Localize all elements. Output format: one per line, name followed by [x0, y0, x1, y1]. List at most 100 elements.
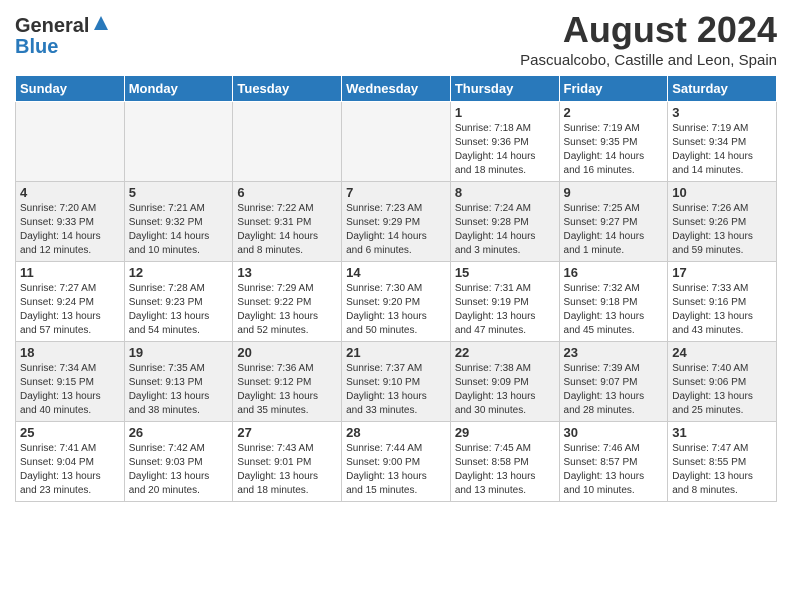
day-number: 7: [346, 185, 446, 200]
day-number: 2: [564, 105, 664, 120]
day-number: 22: [455, 345, 555, 360]
title-area: August 2024 Pascualcobo, Castille and Le…: [520, 10, 777, 69]
day-number: 18: [20, 345, 120, 360]
table-row: 31 Sunrise: 7:47 AM Sunset: 8:55 PM Dayli…: [668, 421, 777, 501]
table-row: [342, 101, 451, 181]
table-row: 19 Sunrise: 7:35 AM Sunset: 9:13 PM Dayli…: [124, 341, 233, 421]
table-row: 24Sunrise: 7:40 AM Sunset: 9:06 PM Dayli…: [668, 341, 777, 421]
day-number: 6: [237, 185, 337, 200]
table-row: 10 Sunrise: 7:26 AM Sunset: 9:26 PM Dayli…: [668, 181, 777, 261]
table-row: 17Sunrise: 7:33 AM Sunset: 9:16 PM Dayli…: [668, 261, 777, 341]
day-number: 10: [672, 185, 772, 200]
day-info: Sunrise: 7:19 AM Sunset: 9:34 PM Dayligh…: [672, 122, 772, 178]
table-row: 30 Sunrise: 7:46 AM Sunset: 8:57 PM Dayli…: [559, 421, 668, 501]
table-row: 2 Sunrise: 7:19 AM Sunset: 9:35 PM Daylig…: [559, 101, 668, 181]
day-info: Sunrise: 7:41 AM Sunset: 9:04 PM Dayligh…: [20, 442, 120, 498]
table-row: 21 Sunrise: 7:37 AM Sunset: 9:10 PM Dayli…: [342, 341, 451, 421]
header-thursday: Thursday: [450, 75, 559, 101]
table-row: 20 Sunrise: 7:36 AM Sunset: 9:12 PM Dayli…: [233, 341, 342, 421]
table-row: 25 Sunrise: 7:41 AM Sunset: 9:04 PM Dayli…: [16, 421, 125, 501]
day-info: Sunrise: 7:47 AM Sunset: 8:55 PM Dayligh…: [672, 442, 772, 498]
table-row: 3Sunrise: 7:19 AM Sunset: 9:34 PM Daylig…: [668, 101, 777, 181]
table-row: 5 Sunrise: 7:21 AM Sunset: 9:32 PM Daylig…: [124, 181, 233, 261]
day-info: Sunrise: 7:34 AM Sunset: 9:15 PM Dayligh…: [20, 362, 120, 418]
day-number: 30: [564, 425, 664, 440]
day-number: 31: [672, 425, 772, 440]
header-tuesday: Tuesday: [233, 75, 342, 101]
day-number: 15: [455, 265, 555, 280]
day-number: 27: [237, 425, 337, 440]
table-row: 6 Sunrise: 7:22 AM Sunset: 9:31 PM Daylig…: [233, 181, 342, 261]
table-row: 26 Sunrise: 7:42 AM Sunset: 9:03 PM Dayli…: [124, 421, 233, 501]
day-info: Sunrise: 7:31 AM Sunset: 9:19 PM Dayligh…: [455, 282, 555, 338]
day-number: 26: [129, 425, 229, 440]
day-info: Sunrise: 7:18 AM Sunset: 9:36 PM Dayligh…: [455, 122, 555, 178]
day-number: 17: [672, 265, 772, 280]
day-number: 14: [346, 265, 446, 280]
table-row: 1 Sunrise: 7:18 AM Sunset: 9:36 PM Daylig…: [450, 101, 559, 181]
table-row: 29Sunrise: 7:45 AM Sunset: 8:58 PM Dayli…: [450, 421, 559, 501]
table-row: 22 Sunrise: 7:38 AM Sunset: 9:09 PM Dayli…: [450, 341, 559, 421]
day-info: Sunrise: 7:26 AM Sunset: 9:26 PM Dayligh…: [672, 202, 772, 258]
table-row: 14 Sunrise: 7:30 AM Sunset: 9:20 PM Dayli…: [342, 261, 451, 341]
calendar-title: August 2024: [520, 10, 777, 50]
table-row: [124, 101, 233, 181]
day-number: 8: [455, 185, 555, 200]
table-row: 27 Sunrise: 7:43 AM Sunset: 9:01 PM Dayli…: [233, 421, 342, 501]
table-row: [16, 101, 125, 181]
day-info: Sunrise: 7:19 AM Sunset: 9:35 PM Dayligh…: [564, 122, 664, 178]
day-info: Sunrise: 7:24 AM Sunset: 9:28 PM Dayligh…: [455, 202, 555, 258]
day-number: 25: [20, 425, 120, 440]
day-info: Sunrise: 7:36 AM Sunset: 9:12 PM Dayligh…: [237, 362, 337, 418]
header: General Blue August 2024 Pascualcobo, Ca…: [15, 10, 777, 69]
day-number: 13: [237, 265, 337, 280]
table-row: 28Sunrise: 7:44 AM Sunset: 9:00 PM Dayli…: [342, 421, 451, 501]
day-info: Sunrise: 7:25 AM Sunset: 9:27 PM Dayligh…: [564, 202, 664, 258]
day-number: 5: [129, 185, 229, 200]
day-number: 16: [564, 265, 664, 280]
day-info: Sunrise: 7:23 AM Sunset: 9:29 PM Dayligh…: [346, 202, 446, 258]
header-sunday: Sunday: [16, 75, 125, 101]
day-info: Sunrise: 7:21 AM Sunset: 9:32 PM Dayligh…: [129, 202, 229, 258]
day-info: Sunrise: 7:29 AM Sunset: 9:22 PM Dayligh…: [237, 282, 337, 338]
day-number: 9: [564, 185, 664, 200]
table-row: 15 Sunrise: 7:31 AM Sunset: 9:19 PM Dayli…: [450, 261, 559, 341]
day-info: Sunrise: 7:46 AM Sunset: 8:57 PM Dayligh…: [564, 442, 664, 498]
table-row: 11Sunrise: 7:27 AM Sunset: 9:24 PM Dayli…: [16, 261, 125, 341]
table-row: 4 Sunrise: 7:20 AM Sunset: 9:33 PM Daylig…: [16, 181, 125, 261]
day-number: 29: [455, 425, 555, 440]
table-row: [233, 101, 342, 181]
logo-general-text: General: [15, 16, 89, 36]
day-number: 21: [346, 345, 446, 360]
day-number: 20: [237, 345, 337, 360]
header-wednesday: Wednesday: [342, 75, 451, 101]
day-info: Sunrise: 7:27 AM Sunset: 9:24 PM Dayligh…: [20, 282, 120, 338]
day-info: Sunrise: 7:22 AM Sunset: 9:31 PM Dayligh…: [237, 202, 337, 258]
table-row: 12Sunrise: 7:28 AM Sunset: 9:23 PM Dayli…: [124, 261, 233, 341]
table-row: 13 Sunrise: 7:29 AM Sunset: 9:22 PM Dayli…: [233, 261, 342, 341]
day-number: 1: [455, 105, 555, 120]
table-row: 9 Sunrise: 7:25 AM Sunset: 9:27 PM Daylig…: [559, 181, 668, 261]
table-row: 7 Sunrise: 7:23 AM Sunset: 9:29 PM Daylig…: [342, 181, 451, 261]
day-info: Sunrise: 7:20 AM Sunset: 9:33 PM Dayligh…: [20, 202, 120, 258]
day-info: Sunrise: 7:37 AM Sunset: 9:10 PM Dayligh…: [346, 362, 446, 418]
day-number: 19: [129, 345, 229, 360]
header-saturday: Saturday: [668, 75, 777, 101]
table-row: 16Sunrise: 7:32 AM Sunset: 9:18 PM Dayli…: [559, 261, 668, 341]
day-info: Sunrise: 7:35 AM Sunset: 9:13 PM Dayligh…: [129, 362, 229, 418]
day-number: 24: [672, 345, 772, 360]
calendar-subtitle: Pascualcobo, Castille and Leon, Spain: [520, 52, 777, 69]
day-info: Sunrise: 7:28 AM Sunset: 9:23 PM Dayligh…: [129, 282, 229, 338]
logo-icon: [92, 14, 110, 32]
day-info: Sunrise: 7:43 AM Sunset: 9:01 PM Dayligh…: [237, 442, 337, 498]
calendar-header: Sunday Monday Tuesday Wednesday Thursday…: [16, 75, 777, 101]
day-info: Sunrise: 7:38 AM Sunset: 9:09 PM Dayligh…: [455, 362, 555, 418]
day-info: Sunrise: 7:44 AM Sunset: 9:00 PM Dayligh…: [346, 442, 446, 498]
table-row: 8 Sunrise: 7:24 AM Sunset: 9:28 PM Daylig…: [450, 181, 559, 261]
day-info: Sunrise: 7:30 AM Sunset: 9:20 PM Dayligh…: [346, 282, 446, 338]
logo-blue-text: Blue: [15, 37, 58, 57]
day-number: 4: [20, 185, 120, 200]
logo: General Blue: [15, 14, 110, 57]
header-friday: Friday: [559, 75, 668, 101]
day-info: Sunrise: 7:42 AM Sunset: 9:03 PM Dayligh…: [129, 442, 229, 498]
